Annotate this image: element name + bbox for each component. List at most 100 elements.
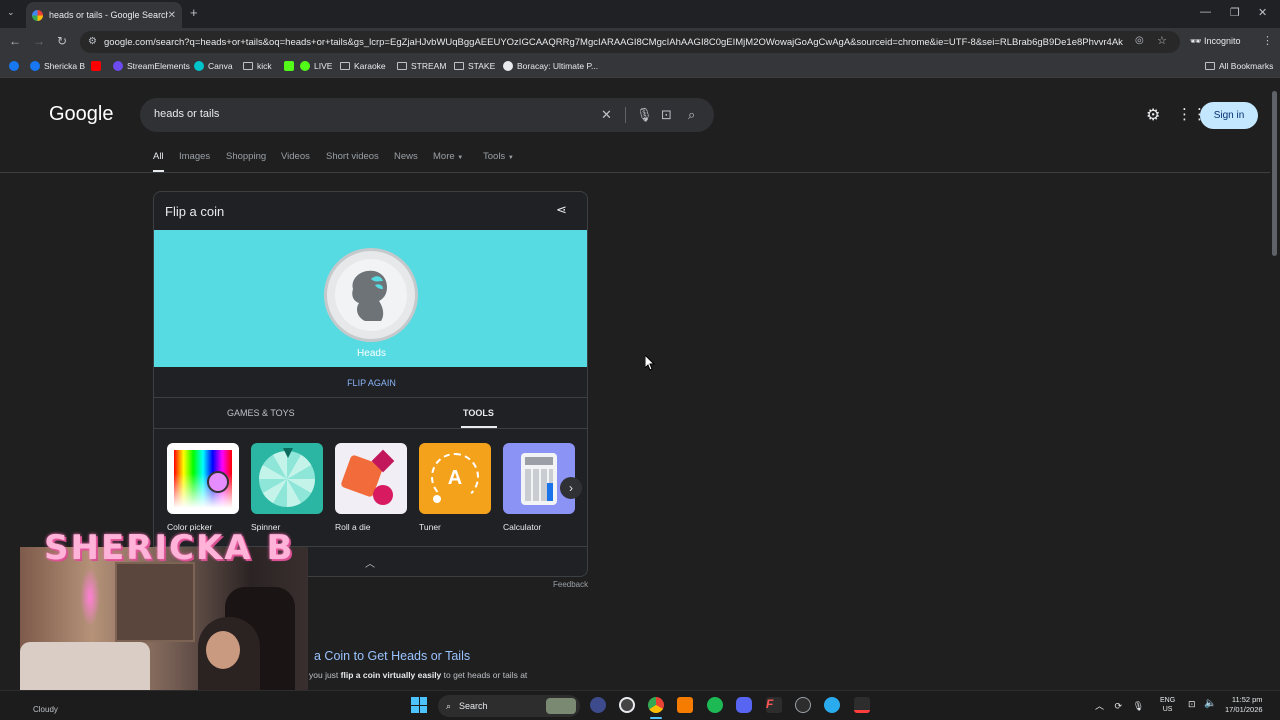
snippet-text: you just xyxy=(309,670,341,680)
weather-widget[interactable]: Cloudy xyxy=(33,705,58,714)
chevron-up-icon[interactable]: ︿ xyxy=(365,555,375,570)
restore-icon[interactable]: ❐ xyxy=(1230,6,1240,19)
bookmark-folder-stake[interactable]: STAKE xyxy=(454,61,495,71)
bookmark-boracay[interactable]: Boracay: Ultimate P... xyxy=(503,61,598,71)
tab-list-dropdown-icon[interactable]: ⌄ xyxy=(7,7,15,18)
bookmark-label: Canva xyxy=(208,61,233,71)
bookmark-label: Shericka B xyxy=(44,61,86,71)
tab-shopping[interactable]: Shopping xyxy=(226,151,266,162)
feedback-link[interactable]: Feedback xyxy=(553,580,588,589)
coin[interactable] xyxy=(324,248,418,342)
language-indicator[interactable]: ENG US xyxy=(1160,696,1175,714)
windows-start-icon[interactable] xyxy=(411,697,427,713)
menu-kebab-icon[interactable]: ⋮ xyxy=(1262,34,1273,47)
app-icon[interactable]: F xyxy=(766,697,782,713)
bookmark-shericka[interactable]: Shericka B xyxy=(30,61,85,71)
tool-color-picker[interactable]: Color picker xyxy=(167,443,239,532)
tool-spinner[interactable]: Spinner xyxy=(251,443,323,532)
caret-down-icon: ▼ xyxy=(457,155,464,161)
bookmark-canva[interactable]: Canva xyxy=(194,61,233,71)
bookmark-kick[interactable] xyxy=(284,61,294,71)
app-icon[interactable] xyxy=(619,697,635,713)
bookmark-streamelements[interactable]: StreamElements xyxy=(113,61,190,71)
browser-tab-active[interactable]: heads or tails - Google Search ✕ xyxy=(26,2,182,28)
chevron-up-icon[interactable]: ︿ xyxy=(1095,701,1104,711)
tab-images[interactable]: Images xyxy=(179,151,210,162)
tab-more[interactable]: More ▼ xyxy=(433,151,463,162)
tab-news[interactable]: News xyxy=(394,151,418,162)
divider xyxy=(0,172,1270,173)
flip-again-button[interactable]: FLIP AGAIN xyxy=(154,378,587,388)
bookmark-folder-stream[interactable]: STREAM xyxy=(397,61,446,71)
tab-tools-card[interactable]: TOOLS xyxy=(463,408,494,418)
close-tab-icon[interactable]: ✕ xyxy=(168,10,176,21)
microphone-icon[interactable]: 🎙 xyxy=(1133,701,1144,711)
site-info-icon[interactable]: ⚙ xyxy=(88,36,97,47)
minimize-icon[interactable]: — xyxy=(1200,6,1211,18)
volume-icon[interactable]: 🔈 xyxy=(1204,698,1216,709)
clear-icon[interactable]: ✕ xyxy=(601,107,612,123)
search-highlight-icon xyxy=(546,698,576,714)
app-icon[interactable] xyxy=(590,697,606,713)
coin-face xyxy=(335,259,407,331)
webcam-shelf xyxy=(115,562,195,642)
tool-tuner[interactable]: A Tuner xyxy=(419,443,491,532)
spinner-wheel xyxy=(259,451,315,507)
scroll-thumb[interactable] xyxy=(1272,91,1277,256)
scrollbar[interactable] xyxy=(1271,79,1278,690)
bookmark-folder-kick[interactable]: kick xyxy=(243,61,272,71)
bookmark-facebook[interactable] xyxy=(9,61,19,71)
result-title-link[interactable]: a Coin to Get Heads or Tails xyxy=(314,649,470,663)
clock[interactable]: 11:52 pm 17/01/2026 xyxy=(1225,695,1263,715)
bookmark-folder-karaoke[interactable]: Karaoke xyxy=(340,61,386,71)
tab-videos[interactable]: Videos xyxy=(281,151,310,162)
search-box[interactable]: heads or tails ✕ 🎙 ⊡ ⌕ xyxy=(140,98,714,132)
forward-icon[interactable]: → xyxy=(33,34,45,48)
bookmark-youtube[interactable] xyxy=(91,61,101,71)
spinner-icon xyxy=(251,443,323,514)
discord-icon[interactable] xyxy=(736,697,752,713)
app-icon[interactable] xyxy=(854,697,870,713)
tool-roll-a-die[interactable]: Roll a die xyxy=(335,443,407,532)
all-bookmarks[interactable]: All Bookmarks xyxy=(1205,61,1273,71)
reload-icon[interactable]: ↻ xyxy=(57,34,67,48)
back-icon[interactable]: ← xyxy=(9,34,21,48)
tab-tools[interactable]: Tools ▼ xyxy=(483,151,514,162)
tab-games-and-toys[interactable]: GAMES & TOYS xyxy=(227,408,295,418)
bookmark-label: LIVE xyxy=(314,61,333,71)
eye-off-icon[interactable]: ◎ xyxy=(1135,35,1144,46)
bookmark-label: STREAM xyxy=(411,61,447,71)
settings-gear-icon[interactable]: ⚙ xyxy=(1146,105,1160,125)
search-icon[interactable]: ⌕ xyxy=(688,107,695,123)
spotify-icon[interactable] xyxy=(707,697,723,713)
camera-lens-icon[interactable]: ⊡ xyxy=(661,107,672,123)
card-title: Flip a coin xyxy=(165,204,225,219)
sign-in-button[interactable]: Sign in xyxy=(1200,102,1258,129)
active-app-indicator xyxy=(650,717,662,719)
new-tab-button[interactable]: + xyxy=(190,5,198,20)
app-icon[interactable] xyxy=(795,697,811,713)
chevron-right-icon[interactable]: › xyxy=(560,477,582,499)
system-tray[interactable]: ︿ ⟳ 🎙 xyxy=(1095,699,1144,712)
microphone-icon[interactable]: 🎙 xyxy=(636,107,653,123)
bookmark-star-icon[interactable]: ☆ xyxy=(1157,34,1167,47)
share-icon[interactable]: ⋖ xyxy=(556,202,567,218)
search-input[interactable]: heads or tails xyxy=(154,108,219,120)
telegram-icon[interactable] xyxy=(824,697,840,713)
app-icon[interactable] xyxy=(677,697,693,713)
close-window-icon[interactable]: ✕ xyxy=(1258,6,1267,19)
tab-all[interactable]: All xyxy=(153,151,164,162)
google-logo[interactable]: Google xyxy=(49,103,114,126)
bookmark-live[interactable]: LIVE xyxy=(300,61,332,71)
webcam-light xyxy=(80,567,100,627)
chrome-icon[interactable] xyxy=(648,697,664,713)
address-bar[interactable]: ⚙ google.com/search?q=heads+or+tails&oq=… xyxy=(80,31,1180,53)
coin-area[interactable]: Heads xyxy=(154,230,587,367)
taskbar-search[interactable]: ⌕ Search xyxy=(438,695,580,717)
tab-short-videos[interactable]: Short videos xyxy=(326,151,379,162)
incognito-indicator[interactable]: 🕶 Incognito xyxy=(1190,36,1240,47)
app-tray-icon[interactable]: ⟳ xyxy=(1115,701,1123,711)
network-icon[interactable]: ⊡ xyxy=(1188,699,1196,710)
folder-icon xyxy=(397,62,407,70)
site-icon xyxy=(503,61,513,71)
